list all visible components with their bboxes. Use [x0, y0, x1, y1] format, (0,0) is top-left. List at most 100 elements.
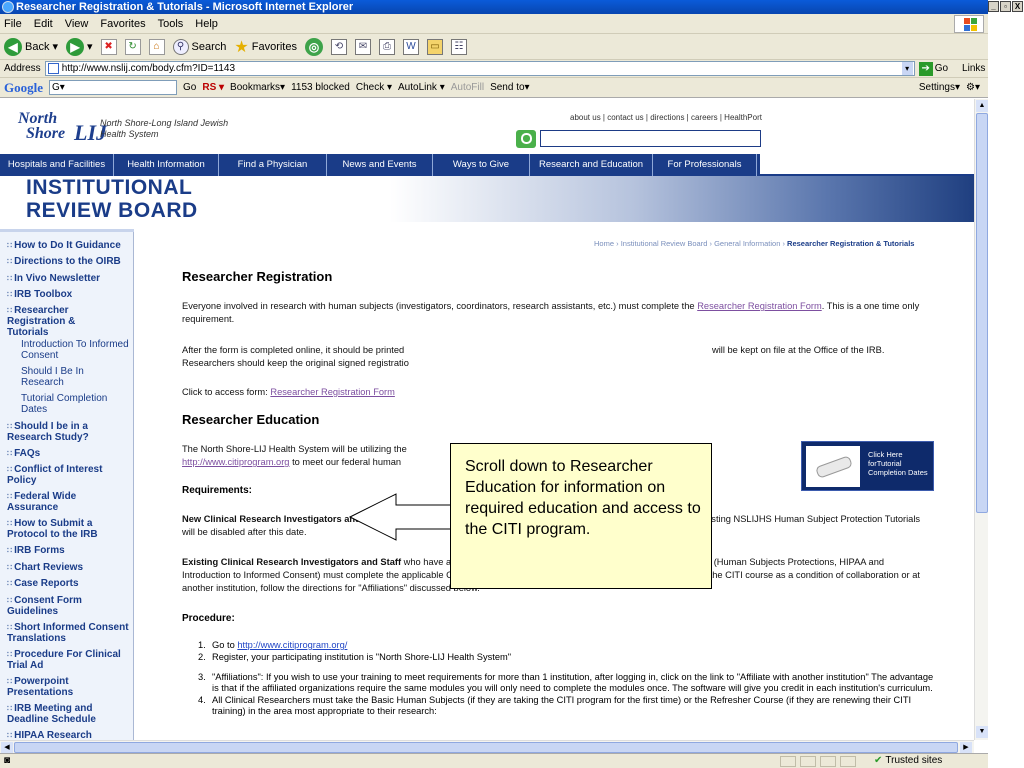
sidebar-item[interactable]: ∷ IRB Toolbox [7, 289, 132, 300]
scroll-up-icon[interactable]: ▲ [976, 100, 988, 112]
settings-button[interactable]: Settings▾ [919, 82, 960, 93]
nav-ways-to-give[interactable]: Ways to Give [433, 154, 530, 176]
folder-icon[interactable]: ▭ [426, 38, 443, 55]
nav-find-physician[interactable]: Find a Physician [219, 154, 327, 176]
sidebar-item[interactable]: ∷ In Vivo Newsletter [7, 273, 132, 284]
nav-for-professionals[interactable]: For Professionals [653, 154, 757, 176]
forward-dropdown-icon[interactable]: ▾ [87, 40, 93, 53]
spell-check-button[interactable]: Check ▾ [356, 82, 392, 93]
menu-help[interactable]: Help [195, 18, 218, 30]
scroll-down-icon[interactable]: ▼ [976, 726, 988, 738]
close-button[interactable]: X [1012, 1, 1023, 12]
sidebar-item[interactable]: ∷ IRB Meeting and Deadline Schedule [7, 703, 133, 725]
check-circle-icon: ✔ [874, 755, 883, 766]
nav-health-information[interactable]: Health Information [114, 154, 219, 176]
stop-icon[interactable]: ✖ [100, 38, 117, 55]
sidebar-item[interactable]: ∷ Consent Form Guidelines [7, 595, 107, 617]
sidebar-item[interactable]: ∷ Conflict of Interest Policy [7, 464, 125, 486]
forward-arrow-icon: ▶ [66, 37, 84, 56]
favorites-button[interactable]: ★ Favorites [234, 37, 297, 57]
maximize-button[interactable]: ▫ [1000, 1, 1011, 12]
org-name-line2: Health System [100, 129, 159, 139]
sidebar-item[interactable]: ∷ Procedure For Clinical Trial Ad [7, 649, 133, 671]
breadcrumb-general[interactable]: General Information [714, 239, 780, 248]
media-icon[interactable]: ◎ [304, 37, 323, 56]
nav-research-education[interactable]: Research and Education [530, 154, 653, 176]
windows-logo-icon [954, 15, 984, 33]
links-button[interactable]: Links [962, 63, 985, 74]
security-zone[interactable]: ✔ Trusted sites [874, 755, 942, 766]
messenger-icon[interactable]: ☷ [450, 38, 467, 55]
tutorial-dates-badge[interactable]: Click Here forTutorial Completion Dates [801, 441, 934, 491]
mail-icon[interactable]: ✉ [354, 38, 371, 55]
sidebar-item[interactable]: ∷ How to Do It Guidance [7, 240, 132, 251]
access-form-link[interactable]: Researcher Registration Form [270, 387, 395, 397]
menu-edit[interactable]: Edit [34, 18, 53, 30]
refresh-icon[interactable]: ↻ [124, 38, 141, 55]
sidebar-item[interactable]: ∷ IRB Forms [7, 545, 132, 556]
scroll-right-icon[interactable]: ▶ [960, 742, 972, 753]
nslij-logo[interactable]: North Shore LIJ [16, 110, 107, 145]
scroll-left-icon[interactable]: ◀ [1, 742, 13, 753]
google-logo[interactable]: Google [4, 80, 43, 96]
citi-link[interactable]: http://www.citiprogram.org [182, 457, 289, 467]
minimize-button[interactable]: _ [988, 1, 999, 12]
utility-links[interactable]: about us | contact us | directions | car… [570, 113, 762, 122]
sidebar-item[interactable]: ∷ FAQs [7, 448, 132, 459]
sidebar-subitem[interactable]: Introduction To Informed Consent [21, 339, 131, 361]
citi-program-link[interactable]: http://www.citiprogram.org/ [237, 640, 347, 650]
history-icon[interactable]: ⟲ [330, 38, 347, 55]
send-to-button[interactable]: Send to▾ [490, 82, 530, 93]
address-dropdown-icon[interactable]: ▾ [901, 62, 913, 75]
back-dropdown-icon[interactable]: ▾ [52, 40, 58, 53]
address-input[interactable]: http://www.nslij.com/body.cfm?ID=1143 ▾ [44, 61, 915, 76]
bookmarks-button[interactable]: Bookmarks▾ [230, 82, 285, 93]
google-go-button[interactable]: Go [183, 82, 196, 93]
print-icon[interactable]: ⎙ [378, 38, 395, 55]
main-nav: Hospitals and Facilities Health Informat… [0, 154, 974, 176]
breadcrumb-irb[interactable]: Institutional Review Board [621, 239, 708, 248]
sidebar-item[interactable]: ∷ Should I be in a Research Study? [7, 421, 117, 443]
sidebar-item[interactable]: ∷ Federal Wide Assurance [7, 491, 107, 513]
edit-word-icon[interactable]: W [402, 38, 419, 55]
search-button[interactable]: ⚲ Search [172, 38, 226, 55]
autofill-button[interactable]: AutoFill [451, 82, 484, 93]
menu-favorites[interactable]: Favorites [100, 18, 145, 30]
vertical-scroll-thumb[interactable] [976, 113, 988, 513]
sidebar-subitem[interactable]: Tutorial Completion Dates [21, 393, 121, 415]
sidebar-subitem[interactable]: Should I Be In Research [21, 366, 101, 388]
breadcrumb-home[interactable]: Home [594, 239, 614, 248]
vertical-scrollbar[interactable]: ▲ ▼ [974, 99, 988, 740]
toolbar-options-icon[interactable]: ⚙▾ [966, 82, 980, 93]
site-search-input[interactable] [540, 130, 761, 147]
popup-blocked-counter[interactable]: 1153 blocked [291, 82, 350, 93]
autolink-button[interactable]: AutoLink ▾ [398, 82, 445, 93]
sidebar-item[interactable]: ∷ Directions to the OIRB [7, 256, 132, 267]
forward-button[interactable]: ▶ ▾ [66, 37, 93, 56]
rss-icon[interactable]: RS ▾ [202, 82, 224, 93]
sidebar-item[interactable]: ∷ Powerpoint Presentations [7, 676, 107, 698]
sidebar-item-current[interactable]: ∷ Researcher Registration & Tutorials [7, 305, 107, 338]
registration-form-link[interactable]: Researcher Registration Form [697, 301, 822, 311]
sidebar-item[interactable]: ∷ Case Reports [7, 578, 132, 589]
home-icon[interactable]: ⌂ [148, 38, 165, 55]
go-button[interactable]: ➔ Go [918, 61, 948, 76]
sidebar-item[interactable]: ∷ How to Submit a Protocol to the IRB [7, 518, 127, 540]
sidebar-item[interactable]: ∷ Chart Reviews [7, 562, 132, 573]
menu-view[interactable]: View [65, 18, 89, 30]
back-button[interactable]: ◀ Back ▾ [4, 37, 58, 56]
back-label: Back [25, 40, 50, 53]
menu-file[interactable]: File [4, 18, 22, 30]
address-bar: Address http://www.nslij.com/body.cfm?ID… [0, 60, 988, 78]
site-search-icon[interactable] [516, 130, 536, 148]
menu-tools[interactable]: Tools [158, 18, 184, 30]
favorites-star-icon: ★ [234, 38, 249, 56]
sidebar-item[interactable]: ∷ Short Informed Consent Translations [7, 622, 133, 644]
nav-hospitals[interactable]: Hospitals and Facilities [0, 154, 114, 176]
nav-news-events[interactable]: News and Events [327, 154, 433, 176]
google-search-input[interactable]: G▾ [49, 80, 177, 95]
horizontal-scrollbar[interactable]: ◀ ▶ [0, 740, 974, 753]
address-label: Address [4, 63, 41, 74]
sidebar-item[interactable]: ∷ HIPAA Research [7, 730, 132, 740]
horizontal-scroll-thumb[interactable] [14, 742, 958, 753]
